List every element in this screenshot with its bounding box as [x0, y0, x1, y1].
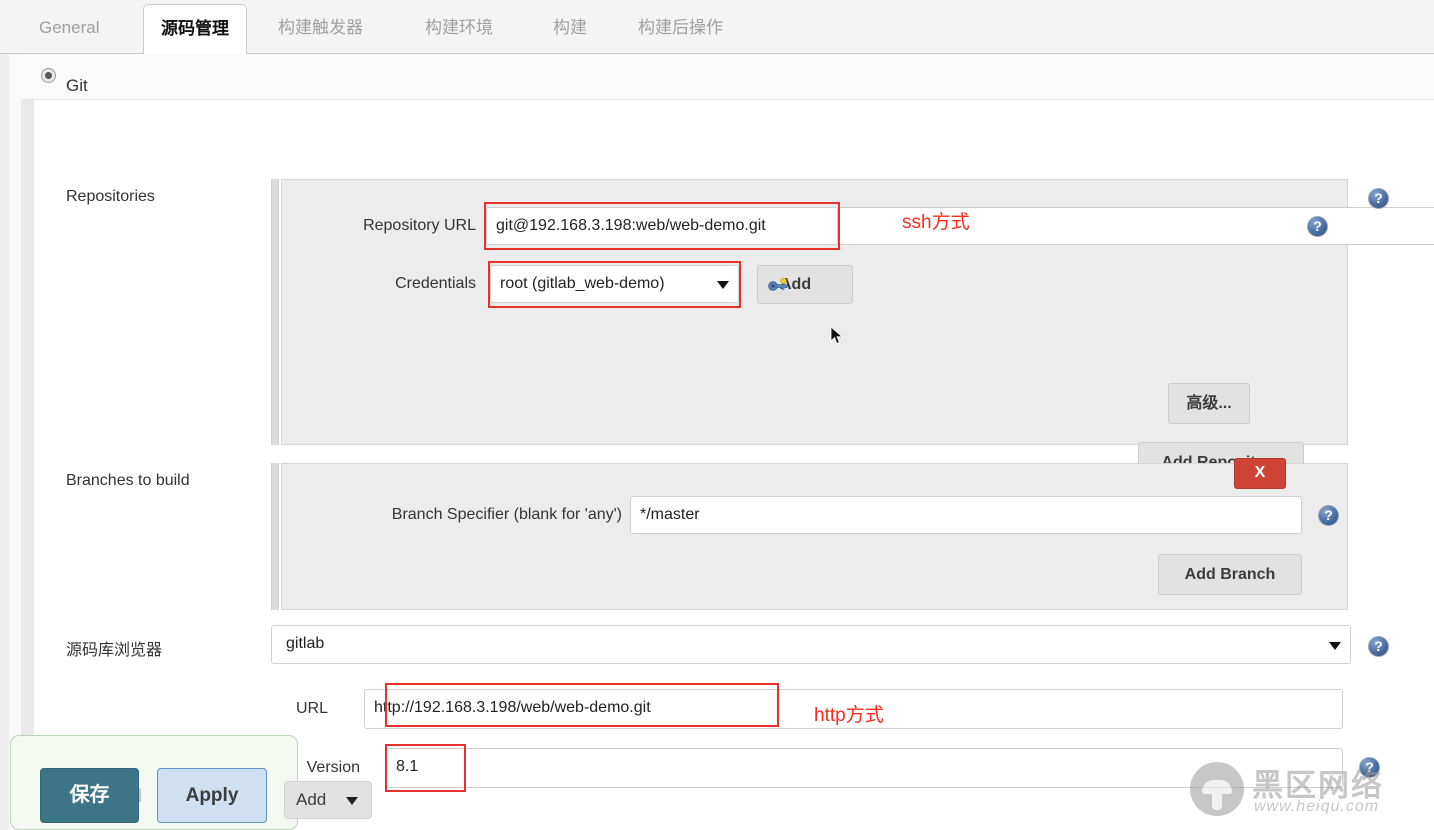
- add-branch-button[interactable]: Add Branch: [1158, 554, 1302, 595]
- add-dropdown-button[interactable]: Add: [284, 781, 372, 819]
- left-rail-outer: [0, 54, 9, 830]
- repositories-panel: Repository URL git@192.168.3.198:web/web…: [281, 179, 1434, 483]
- scm-content: Repositories Repository URL git@192.168.…: [34, 100, 1434, 830]
- watermark-url: www.heiqu.com: [1254, 798, 1380, 815]
- add-credentials-button[interactable]: Add: [757, 265, 853, 304]
- left-rail-gutter: [21, 100, 34, 830]
- mushroom-stem-icon: [1212, 792, 1222, 810]
- tab-source-code-mgmt[interactable]: 源码管理: [143, 4, 247, 55]
- scm-git-header[interactable]: Git: [21, 54, 1434, 100]
- radio-git[interactable]: [41, 68, 56, 83]
- label-repository-browser: 源码库浏览器: [66, 642, 163, 659]
- repository-browser-select[interactable]: gitlab: [271, 625, 1351, 664]
- annotation-http: http方式: [814, 705, 884, 726]
- add-dropdown-label: Add: [296, 790, 327, 809]
- credentials-select[interactable]: root (gitlab_web-demo): [490, 265, 739, 303]
- branches-drag-handle[interactable]: [271, 463, 279, 610]
- tab-build[interactable]: 构建: [536, 4, 604, 53]
- delete-branch-button[interactable]: X: [1234, 458, 1286, 489]
- help-icon-branch-specifier[interactable]: ?: [1318, 505, 1339, 526]
- advanced-button[interactable]: 高级...: [1168, 383, 1250, 424]
- repositories-drag-handle[interactable]: [271, 179, 279, 445]
- credentials-select-value: root (gitlab_web-demo): [500, 275, 665, 292]
- repository-url-input[interactable]: git@192.168.3.198:web/web-demo.git: [486, 207, 838, 245]
- tab-general[interactable]: General: [22, 4, 116, 53]
- apply-button[interactable]: Apply: [157, 768, 267, 823]
- help-icon-repository-browser[interactable]: ?: [1368, 636, 1389, 657]
- help-icon-repositories[interactable]: ?: [1368, 188, 1389, 209]
- label-branches-to-build: Branches to build: [66, 472, 190, 489]
- label-branch-specifier: Branch Specifier (blank for 'any'): [391, 506, 622, 523]
- label-browser-url: URL: [295, 700, 328, 717]
- chevron-down-icon: [717, 281, 729, 289]
- chevron-down-icon-browser: [1329, 641, 1341, 650]
- tab-build-environment[interactable]: 构建环境: [408, 4, 510, 53]
- tab-bar: General 源码管理 构建触发器 构建环境 构建 构建后操作: [0, 0, 1434, 55]
- scm-page: Git Repositories Repository URL git@192.…: [0, 54, 1434, 830]
- tab-post-build-actions[interactable]: 构建后操作: [621, 4, 740, 53]
- label-repositories: Repositories: [66, 188, 155, 205]
- save-button[interactable]: 保存: [40, 768, 139, 823]
- repository-browser-value: gitlab: [286, 635, 325, 652]
- tab-build-triggers[interactable]: 构建触发器: [261, 4, 380, 53]
- left-rail-inner: [9, 54, 21, 830]
- watermark-logo-icon: [1190, 762, 1244, 816]
- label-repository-url: Repository URL: [363, 217, 476, 234]
- help-icon-repository-url[interactable]: ?: [1307, 216, 1328, 237]
- annotation-ssh: ssh方式: [902, 212, 970, 233]
- branch-specifier-input[interactable]: */master: [630, 496, 1302, 534]
- key-icon: [768, 278, 788, 291]
- watermark: 黑区网络 www.heiqu.com: [1190, 756, 1430, 822]
- chevron-down-icon-add: [346, 797, 358, 805]
- branches-panel: Branch Specifier (blank for 'any') */mas…: [281, 463, 1348, 610]
- radio-git-label: Git: [66, 76, 88, 95]
- label-credentials: Credentials: [395, 275, 476, 292]
- mouse-cursor-icon: [830, 326, 844, 345]
